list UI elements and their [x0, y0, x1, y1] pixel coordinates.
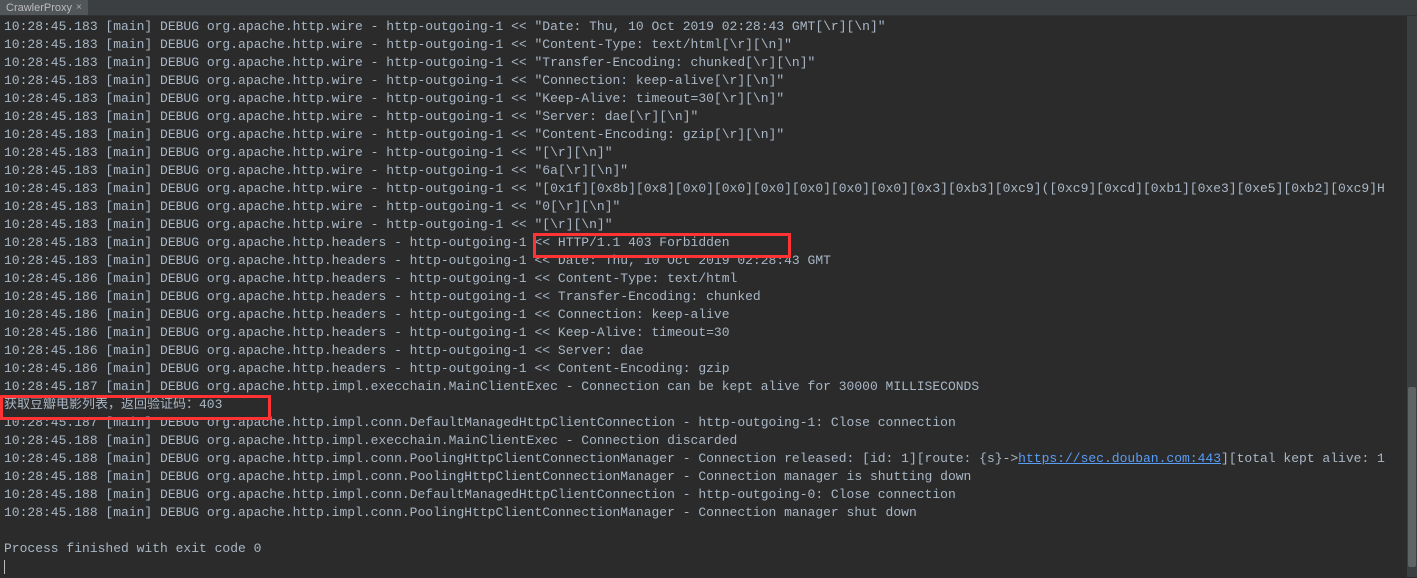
log-line: 10:28:45.188 [main] DEBUG org.apache.htt…: [4, 504, 1413, 522]
log-line: 10:28:45.186 [main] DEBUG org.apache.htt…: [4, 342, 1413, 360]
close-icon[interactable]: ×: [76, 2, 82, 13]
log-line: 10:28:45.188 [main] DEBUG org.apache.htt…: [4, 468, 1413, 486]
scrollbar-thumb[interactable]: [1408, 387, 1416, 567]
log-line: 10:28:45.186 [main] DEBUG org.apache.htt…: [4, 324, 1413, 342]
log-line: 10:28:45.183 [main] DEBUG org.apache.htt…: [4, 144, 1413, 162]
log-line: 10:28:45.187 [main] DEBUG org.apache.htt…: [4, 414, 1413, 432]
log-line: 10:28:45.188 [main] DEBUG org.apache.htt…: [4, 432, 1413, 450]
log-line: 10:28:45.183 [main] DEBUG org.apache.htt…: [4, 126, 1413, 144]
blank-line: [4, 522, 1413, 540]
log-line: 10:28:45.183 [main] DEBUG org.apache.htt…: [4, 234, 1413, 252]
log-line: 10:28:45.183 [main] DEBUG org.apache.htt…: [4, 162, 1413, 180]
log-line: 10:28:45.183 [main] DEBUG org.apache.htt…: [4, 54, 1413, 72]
log-line: 10:28:45.186 [main] DEBUG org.apache.htt…: [4, 270, 1413, 288]
log-line: 10:28:45.183 [main] DEBUG org.apache.htt…: [4, 216, 1413, 234]
process-exit-line: Process finished with exit code 0: [4, 540, 1413, 558]
log-line-with-link: 10:28:45.188 [main] DEBUG org.apache.htt…: [4, 450, 1413, 468]
log-line: 10:28:45.183 [main] DEBUG org.apache.htt…: [4, 18, 1413, 36]
url-link[interactable]: https://sec.douban.com:443: [1018, 451, 1221, 466]
tab-crawlerproxy[interactable]: CrawlerProxy ×: [0, 0, 88, 15]
tab-title: CrawlerProxy: [6, 2, 72, 14]
log-line: 10:28:45.183 [main] DEBUG org.apache.htt…: [4, 180, 1413, 198]
log-line: 10:28:45.186 [main] DEBUG org.apache.htt…: [4, 288, 1413, 306]
error-output-line: 获取豆瓣电影列表，返回验证码：403: [4, 396, 1413, 414]
log-line: 10:28:45.186 [main] DEBUG org.apache.htt…: [4, 306, 1413, 324]
log-line: 10:28:45.186 [main] DEBUG org.apache.htt…: [4, 360, 1413, 378]
console-output[interactable]: 10:28:45.183 [main] DEBUG org.apache.htt…: [0, 16, 1417, 578]
log-line: 10:28:45.183 [main] DEBUG org.apache.htt…: [4, 252, 1413, 270]
log-line: 10:28:45.183 [main] DEBUG org.apache.htt…: [4, 36, 1413, 54]
log-line: 10:28:45.188 [main] DEBUG org.apache.htt…: [4, 486, 1413, 504]
log-line: 10:28:45.183 [main] DEBUG org.apache.htt…: [4, 108, 1413, 126]
log-line: 10:28:45.183 [main] DEBUG org.apache.htt…: [4, 72, 1413, 90]
scrollbar-track[interactable]: [1407, 16, 1417, 577]
log-line: 10:28:45.187 [main] DEBUG org.apache.htt…: [4, 378, 1413, 396]
cursor-line: [4, 558, 1413, 576]
tab-bar: CrawlerProxy ×: [0, 0, 1417, 16]
log-line: 10:28:45.183 [main] DEBUG org.apache.htt…: [4, 198, 1413, 216]
log-line: 10:28:45.183 [main] DEBUG org.apache.htt…: [4, 90, 1413, 108]
